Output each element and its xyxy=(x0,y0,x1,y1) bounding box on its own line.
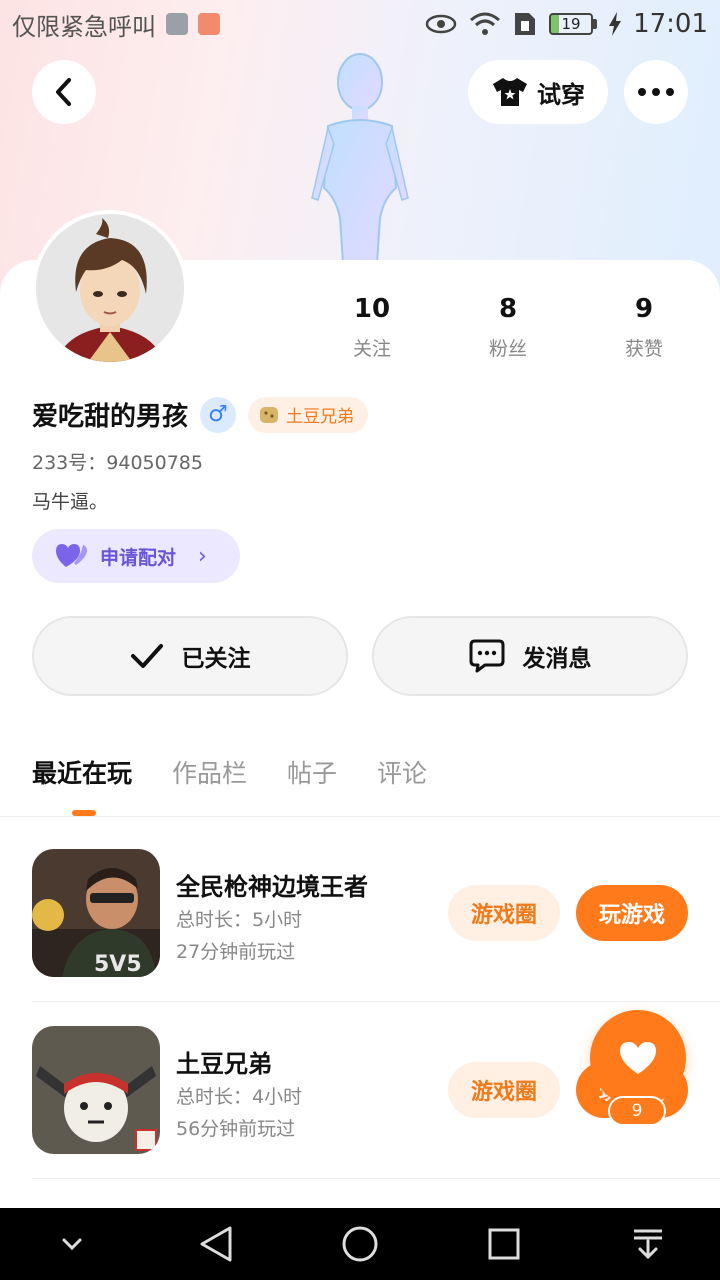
nav-notification-button[interactable] xyxy=(608,1208,688,1280)
nav-home-button[interactable] xyxy=(320,1208,400,1280)
charging-icon xyxy=(609,12,622,36)
battery-indicator: 19 xyxy=(549,13,598,35)
user-bio: 马牛逼。 xyxy=(32,491,109,513)
tab-works[interactable]: 作品栏 xyxy=(172,754,247,790)
game-last-played: 56分钟前玩过 xyxy=(176,1118,296,1140)
apply-match-button[interactable]: 申请配对 › xyxy=(32,529,240,583)
avatar-3d-figure xyxy=(311,53,409,278)
clock: 17:01 xyxy=(633,9,708,39)
screen-record-notification-icon xyxy=(198,13,220,35)
chat-bubble-icon xyxy=(469,639,504,673)
user-id: 233号：94050785 xyxy=(32,452,203,474)
stat-value: 9 xyxy=(634,294,654,324)
message-button[interactable]: 发消息 xyxy=(372,616,688,696)
name-row: 爱吃甜的男孩 ♂ 土豆兄弟 xyxy=(32,396,369,433)
back-triangle-icon xyxy=(200,1226,232,1262)
like-fab-button[interactable] xyxy=(590,1010,686,1106)
message-label: 发消息 xyxy=(522,646,592,672)
potato-icon xyxy=(260,406,279,423)
recents-square-icon xyxy=(488,1228,520,1260)
carrier-text: 仅限紧急呼叫 xyxy=(12,12,156,41)
gallery-notification-icon xyxy=(166,13,188,35)
game-icon-potato xyxy=(32,1026,160,1154)
status-bar: 仅限紧急呼叫 19 17:01 xyxy=(0,0,720,48)
game-title: 全民枪神边境王者 xyxy=(176,873,368,901)
stat-likes[interactable]: 9 获赞 xyxy=(576,294,712,361)
stat-value: 8 xyxy=(498,294,518,324)
tshirt-icon xyxy=(493,78,527,106)
game-duration: 总时长：4小时 xyxy=(176,1086,303,1108)
game-badge-label: 土豆兄弟 xyxy=(286,407,355,427)
follow-label: 已关注 xyxy=(181,646,251,672)
tab-recently-played[interactable]: 最近在玩 xyxy=(32,754,132,790)
heart-icon xyxy=(620,1042,656,1074)
home-circle-icon xyxy=(342,1226,378,1262)
wifi-icon xyxy=(470,12,501,35)
user-name: 爱吃甜的男孩 xyxy=(32,402,189,432)
avatar-portrait-icon xyxy=(36,214,184,362)
tab-comments[interactable]: 评论 xyxy=(377,754,427,790)
stat-label: 关注 xyxy=(352,338,391,360)
checkmark-icon xyxy=(130,644,163,668)
list-divider xyxy=(32,1178,720,1179)
game-list-item[interactable]: 5V5 全民枪神边境王者 总时长：5小时 27分钟前玩过 游戏圈 玩游戏 xyxy=(32,849,720,977)
avatar[interactable] xyxy=(32,210,188,366)
play-game-button[interactable]: 玩游戏 xyxy=(576,885,688,941)
profile-stats: 10 关注 8 粉丝 9 获赞 xyxy=(304,294,712,361)
tab-divider xyxy=(0,816,720,817)
apply-match-label: 申请配对 xyxy=(100,546,177,569)
game-title: 土豆兄弟 xyxy=(176,1050,272,1078)
more-button[interactable] xyxy=(624,60,688,124)
male-gender-icon: ♂ xyxy=(200,396,237,433)
stat-following[interactable]: 10 关注 xyxy=(304,294,440,361)
game-duration: 总时长：5小时 xyxy=(176,909,303,931)
list-divider xyxy=(32,1001,720,1002)
chevron-right-icon: › xyxy=(198,543,207,569)
like-count-badge: 9 xyxy=(608,1096,666,1126)
nav-recents-button[interactable] xyxy=(464,1208,544,1280)
stat-label: 粉丝 xyxy=(488,338,527,360)
game-circle-button[interactable]: 游戏圈 xyxy=(448,885,560,941)
try-on-button[interactable]: 试穿 xyxy=(468,60,608,124)
chevron-down-icon xyxy=(62,1238,82,1251)
eye-comfort-icon xyxy=(425,14,457,34)
stat-value: 10 xyxy=(353,294,391,324)
system-nav-bar xyxy=(0,1208,720,1280)
chevron-left-icon xyxy=(56,78,71,106)
sim-icon xyxy=(515,13,536,35)
double-heart-icon xyxy=(56,544,87,567)
profile-tabs: 最近在玩 作品栏 帖子 评论 xyxy=(32,754,427,790)
game-icon-shooter: 5V5 xyxy=(32,849,160,977)
game-last-played: 27分钟前玩过 xyxy=(176,941,296,963)
more-dots-icon xyxy=(638,88,674,96)
stat-label: 获赞 xyxy=(624,338,663,360)
follow-button[interactable]: 已关注 xyxy=(32,616,348,696)
stat-followers[interactable]: 8 粉丝 xyxy=(440,294,576,361)
nav-collapse-button[interactable] xyxy=(32,1208,112,1280)
pull-down-notifications-icon xyxy=(634,1229,662,1260)
game-circle-button[interactable]: 游戏圈 xyxy=(448,1062,560,1118)
nav-back-button[interactable] xyxy=(176,1208,256,1280)
battery-level: 19 xyxy=(549,13,594,35)
try-on-label: 试穿 xyxy=(537,80,585,109)
game-badge[interactable]: 土豆兄弟 xyxy=(248,396,369,433)
back-button[interactable] xyxy=(32,60,96,124)
svg-text:5V5: 5V5 xyxy=(94,952,142,977)
tab-posts[interactable]: 帖子 xyxy=(287,754,337,790)
